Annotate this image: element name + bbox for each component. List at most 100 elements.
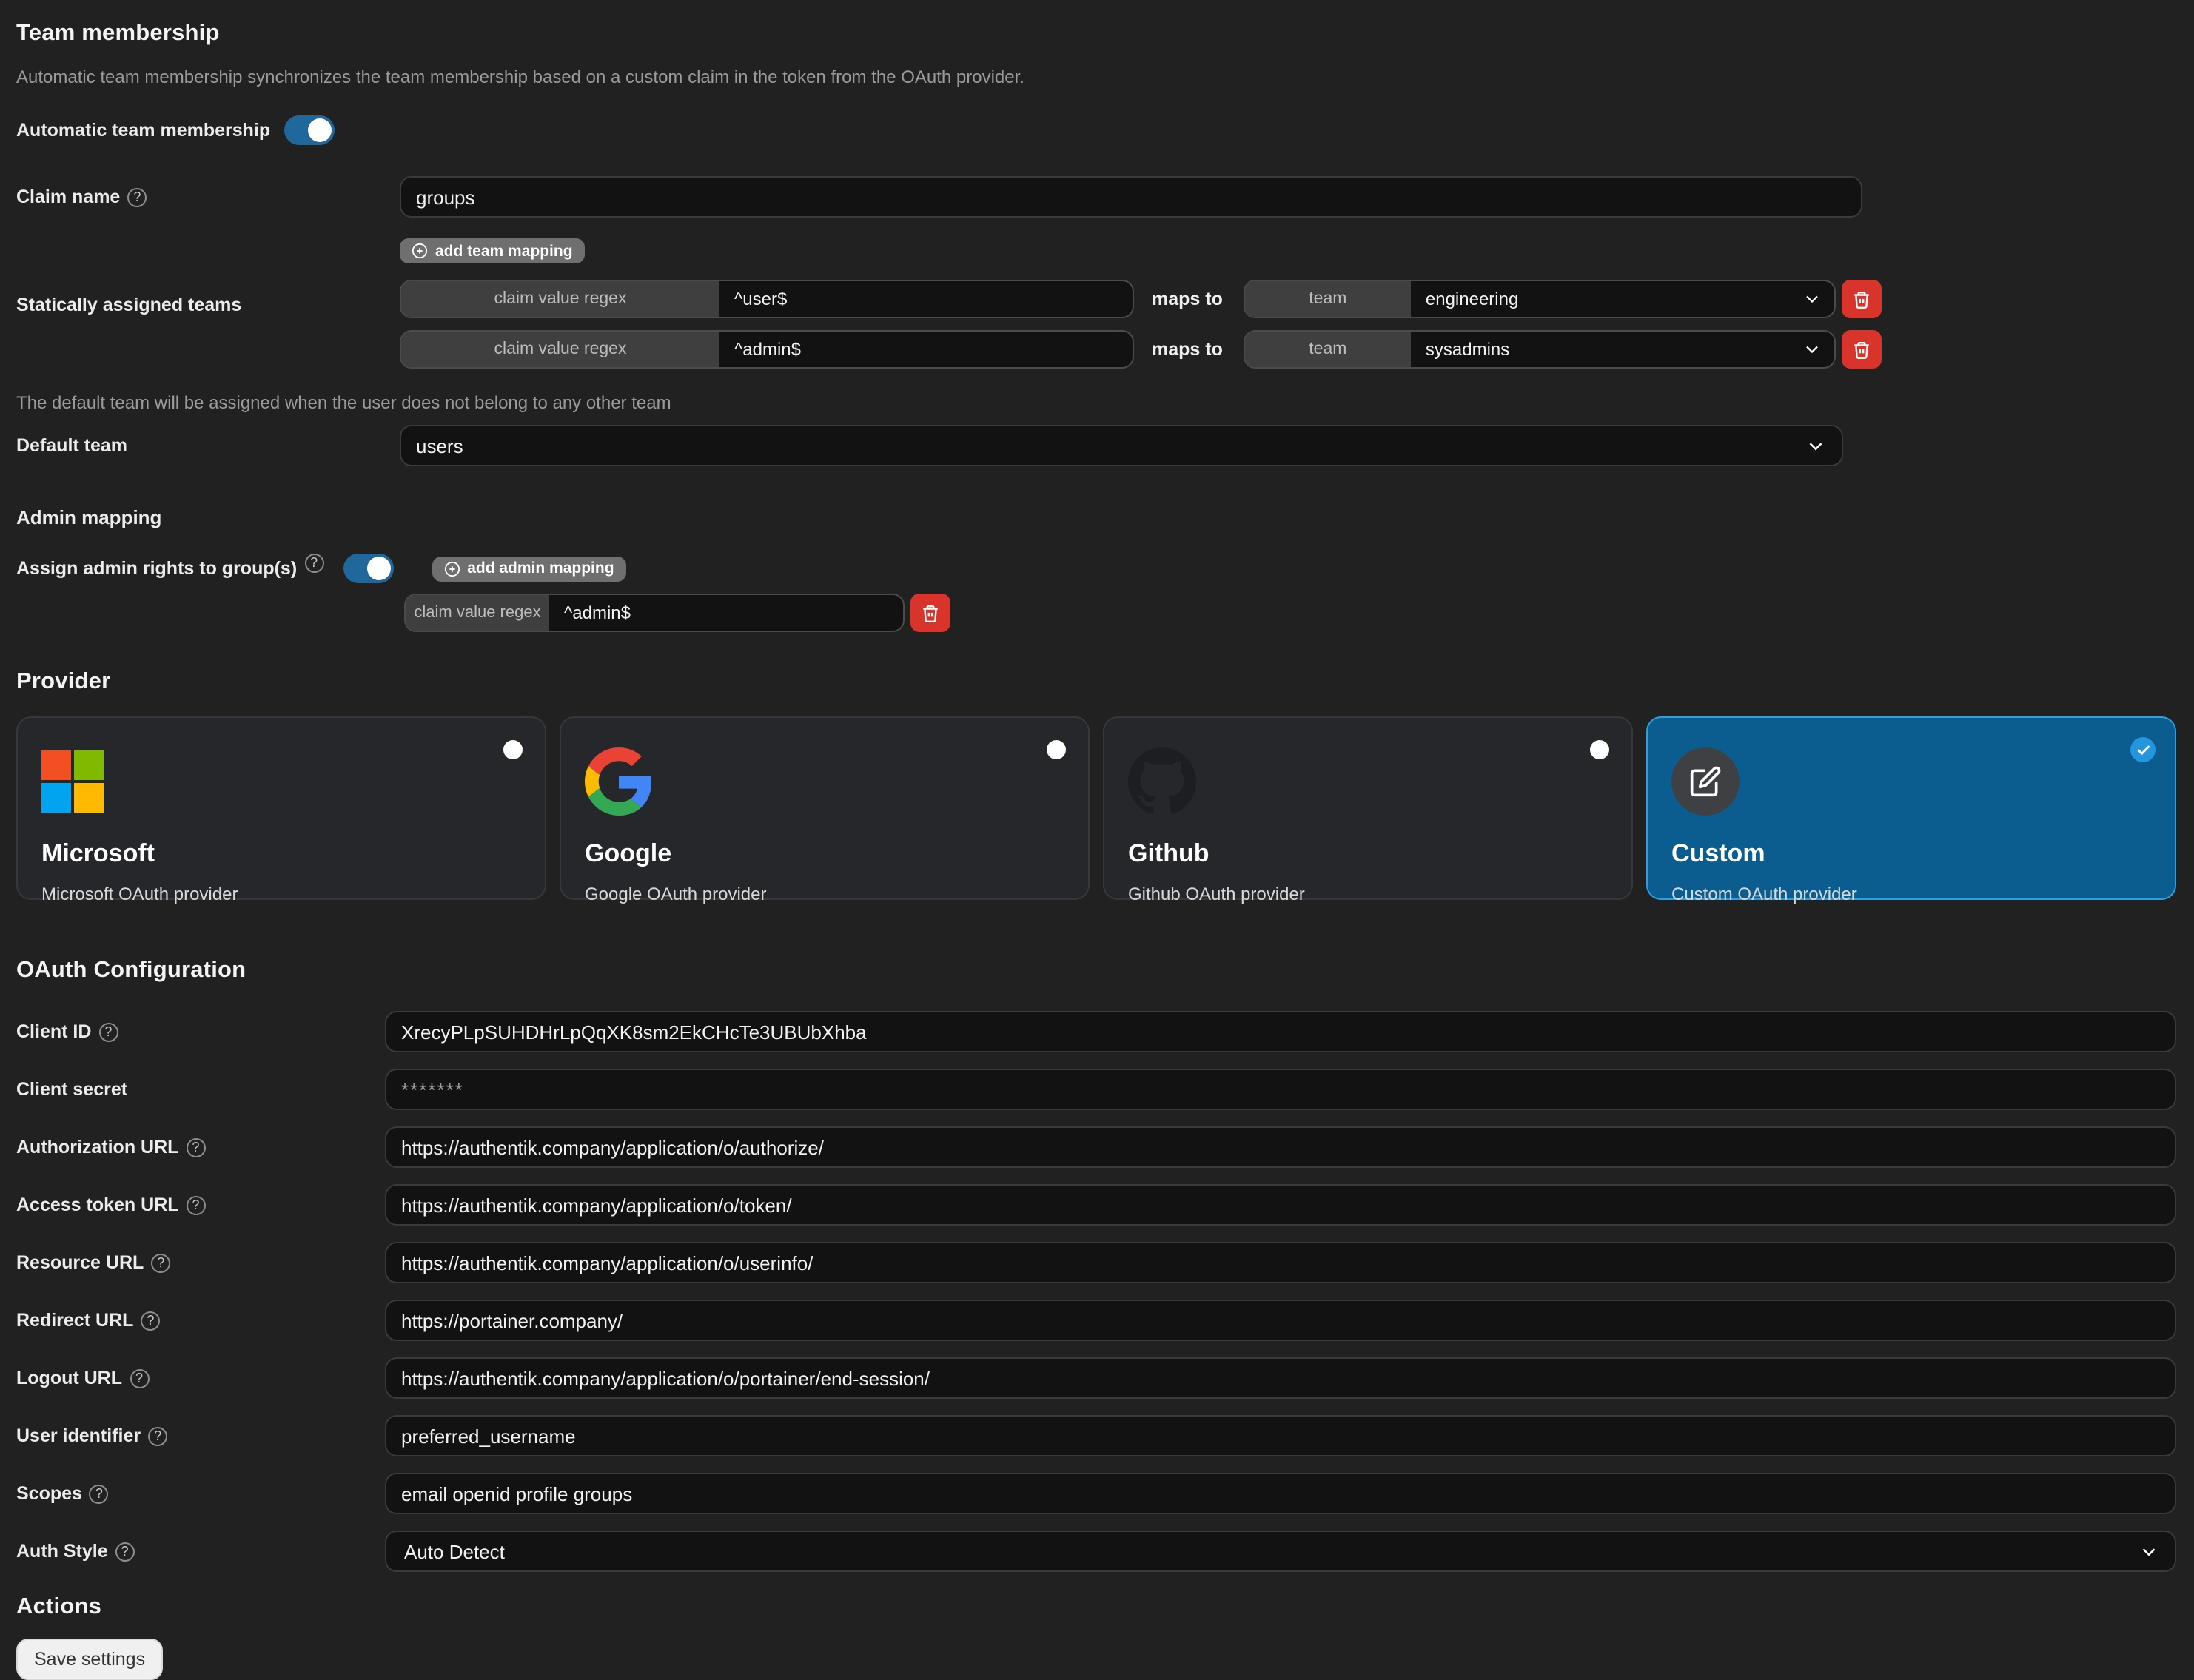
access-token-url-label: Access token URL	[16, 1195, 179, 1215]
provider-card-description: Custom OAuth provider	[1671, 884, 2151, 904]
toggle-knob	[366, 557, 390, 580]
field-label-wrap: Client ID	[16, 1021, 385, 1042]
help-icon[interactable]	[127, 187, 147, 206]
edit-icon	[1671, 747, 1740, 816]
radio-unselected-icon	[1590, 740, 1609, 759]
team-select-value: engineering	[1426, 289, 1518, 309]
oauth-field-row-user-identifier: User identifier	[16, 1415, 2176, 1456]
provider-card-google[interactable]: Google Google OAuth provider	[560, 716, 1090, 900]
toggle-knob	[307, 118, 331, 142]
trash-icon	[1852, 289, 1871, 309]
provider-card-microsoft[interactable]: Microsoft Microsoft OAuth provider	[16, 716, 546, 900]
redirect-url-label: Redirect URL	[16, 1310, 133, 1331]
add-team-mapping-button[interactable]: add team mapping	[400, 238, 585, 263]
automatic-team-membership-row: Automatic team membership	[16, 115, 2176, 145]
claim-name-label-wrap: Claim name	[16, 187, 400, 207]
oauth-field-row-access-token-url: Access token URL	[16, 1184, 2176, 1226]
claim-value-regex-chip: claim value regex	[401, 332, 719, 367]
automatic-team-membership-toggle[interactable]	[284, 115, 334, 145]
access-token-url-input[interactable]	[385, 1184, 2176, 1226]
check-icon	[2130, 737, 2156, 762]
admin-claim-regex-input[interactable]	[549, 595, 903, 631]
help-icon[interactable]	[187, 1195, 206, 1214]
statically-assigned-teams-label: Statically assigned teams	[16, 238, 400, 369]
provider-card-description: Github OAuth provider	[1128, 884, 1608, 904]
scopes-label: Scopes	[16, 1483, 82, 1504]
add-team-mapping-label: add team mapping	[435, 242, 573, 260]
auth-style-label: Auth Style	[16, 1541, 108, 1562]
redirect-url-input[interactable]	[385, 1300, 2176, 1341]
help-icon[interactable]	[130, 1368, 149, 1388]
client-secret-label: Client secret	[16, 1079, 127, 1100]
client-id-label: Client ID	[16, 1021, 91, 1042]
claim-regex-input[interactable]	[719, 332, 1133, 367]
field-label-wrap: Redirect URL	[16, 1310, 385, 1331]
oauth-field-row-client-secret: Client secret	[16, 1069, 2176, 1110]
delete-team-mapping-button[interactable]	[1842, 330, 1882, 369]
delete-team-mapping-button[interactable]	[1842, 280, 1882, 318]
oauth-field-row-redirect-url: Redirect URL	[16, 1300, 2176, 1341]
oauth-settings-page: Team membership Automatic team membershi…	[0, 0, 2194, 1572]
maps-to-label: maps to	[1152, 339, 1223, 360]
oauth-configuration-heading: OAuth Configuration	[16, 958, 2176, 984]
claim-regex-input[interactable]	[719, 281, 1133, 317]
admin-mapping-heading: Admin mapping	[16, 506, 2176, 528]
radio-unselected-icon	[1047, 740, 1066, 759]
add-admin-mapping-label: add admin mapping	[467, 560, 614, 577]
github-logo-icon	[1128, 747, 1196, 816]
logout-url-input[interactable]	[385, 1357, 2176, 1399]
provider-card-title: Microsoft	[41, 839, 521, 869]
auth-style-select[interactable]: Auto Detect	[385, 1531, 2176, 1572]
claim-regex-group: claim value regex	[400, 280, 1134, 318]
save-settings-button[interactable]: Save settings	[16, 1639, 163, 1680]
chevron-down-icon	[2138, 1540, 2160, 1562]
field-label-wrap: Resource URL	[16, 1252, 385, 1273]
trash-icon	[1852, 340, 1871, 359]
delete-admin-mapping-button[interactable]	[910, 594, 950, 632]
authorization-url-input[interactable]	[385, 1126, 2176, 1168]
user-identifier-input[interactable]	[385, 1415, 2176, 1456]
client-id-input[interactable]	[385, 1011, 2176, 1052]
default-team-label: Default team	[16, 435, 400, 456]
statically-assigned-teams-block: Statically assigned teams add team mappi…	[16, 238, 2176, 369]
help-icon[interactable]	[115, 1542, 135, 1561]
provider-heading: Provider	[16, 669, 2176, 696]
help-icon[interactable]	[148, 1426, 167, 1445]
help-icon[interactable]	[141, 1311, 160, 1330]
team-select-group: team engineering	[1244, 280, 1836, 318]
oauth-field-row-logout-url: Logout URL	[16, 1357, 2176, 1399]
field-label-wrap: Authorization URL	[16, 1137, 385, 1157]
resource-url-label: Resource URL	[16, 1252, 144, 1273]
team-mapping-row: claim value regex maps to team engineeri…	[400, 280, 2176, 318]
field-label-wrap: User identifier	[16, 1425, 385, 1446]
team-select-engineering[interactable]: engineering	[1411, 281, 1834, 317]
add-admin-mapping-button[interactable]: add admin mapping	[432, 556, 625, 581]
help-icon[interactable]	[90, 1484, 109, 1503]
team-chip: team	[1245, 332, 1411, 367]
provider-card-title: Github	[1128, 839, 1608, 869]
chevron-down-icon	[1802, 339, 1822, 360]
provider-card-description: Microsoft OAuth provider	[41, 884, 521, 904]
team-select-sysadmins[interactable]: sysadmins	[1411, 332, 1834, 367]
help-icon[interactable]	[186, 1138, 205, 1157]
provider-card-github[interactable]: Github Github OAuth provider	[1103, 716, 1633, 900]
scopes-input[interactable]	[385, 1473, 2176, 1514]
client-secret-input[interactable]	[385, 1069, 2176, 1110]
provider-card-custom[interactable]: Custom Custom OAuth provider	[1646, 716, 2176, 900]
assign-admin-rights-label-wrap: Assign admin rights to group(s)	[16, 558, 323, 579]
help-icon[interactable]	[98, 1022, 118, 1041]
oauth-field-row-authorization-url: Authorization URL	[16, 1126, 2176, 1168]
help-icon[interactable]	[304, 553, 323, 572]
admin-mapping-row: claim value regex	[404, 594, 2176, 632]
automatic-team-membership-label: Automatic team membership	[16, 120, 270, 141]
claim-name-row: Claim name	[16, 176, 2176, 218]
default-team-select[interactable]: users	[400, 425, 1843, 466]
claim-name-label: Claim name	[16, 187, 120, 207]
claim-name-input[interactable]	[400, 176, 1862, 218]
team-membership-description: Automatic team membership synchronizes t…	[16, 67, 2176, 87]
field-label-wrap: Logout URL	[16, 1368, 385, 1388]
assign-admin-rights-toggle[interactable]	[343, 554, 393, 583]
default-team-value: users	[416, 434, 463, 457]
help-icon[interactable]	[151, 1253, 170, 1272]
resource-url-input[interactable]	[385, 1242, 2176, 1283]
